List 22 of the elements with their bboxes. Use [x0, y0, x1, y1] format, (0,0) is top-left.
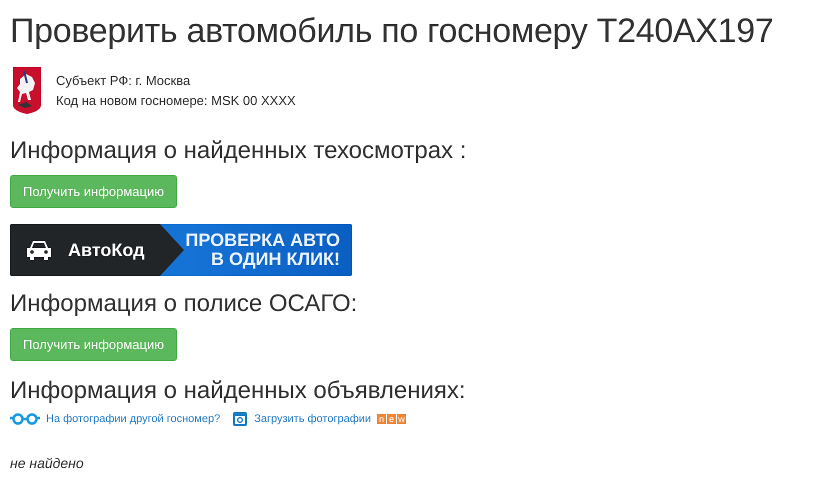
- wrong-plate-link[interactable]: На фотографии другой госномер?: [46, 413, 220, 425]
- upload-photos-link[interactable]: Загрузить фотографии: [254, 413, 372, 425]
- get-info-button[interactable]: Получить информацию: [10, 328, 177, 361]
- camera-icon: [232, 411, 248, 427]
- glasses-icon: [10, 413, 40, 425]
- banner-slogan: ПРОВЕРКА АВТО: [185, 231, 340, 250]
- ad-banner[interactable]: АвтоКод ПРОВЕРКА АВТО В ОДИН КЛИК!: [10, 224, 352, 276]
- car-icon: [24, 239, 54, 261]
- brand-name: АвтоКод: [68, 240, 145, 260]
- new-badge-letter: n: [377, 414, 386, 424]
- new-badge-letter: w: [397, 414, 406, 424]
- region-code: Код на новом госномере: MSK 00 XXXX: [56, 92, 296, 108]
- get-info-button[interactable]: Получить информацию: [10, 175, 177, 208]
- section-heading: Информация о найденных объявлениях:: [10, 377, 467, 405]
- result-text: не найдено: [10, 455, 85, 471]
- new-badge-letter: e: [387, 414, 396, 424]
- region-subject: Субъект РФ: г. Москва: [56, 72, 192, 88]
- section-heading: Информация о полисе ОСАГО:: [10, 290, 358, 318]
- banner-slogan: В ОДИН КЛИК!: [210, 250, 340, 269]
- section-heading: Информация о найденных техосмотрах :: [10, 137, 468, 165]
- coat-of-arms-icon: [12, 65, 42, 115]
- page-title: Проверить автомобиль по госномеру Т240АХ197: [10, 12, 775, 51]
